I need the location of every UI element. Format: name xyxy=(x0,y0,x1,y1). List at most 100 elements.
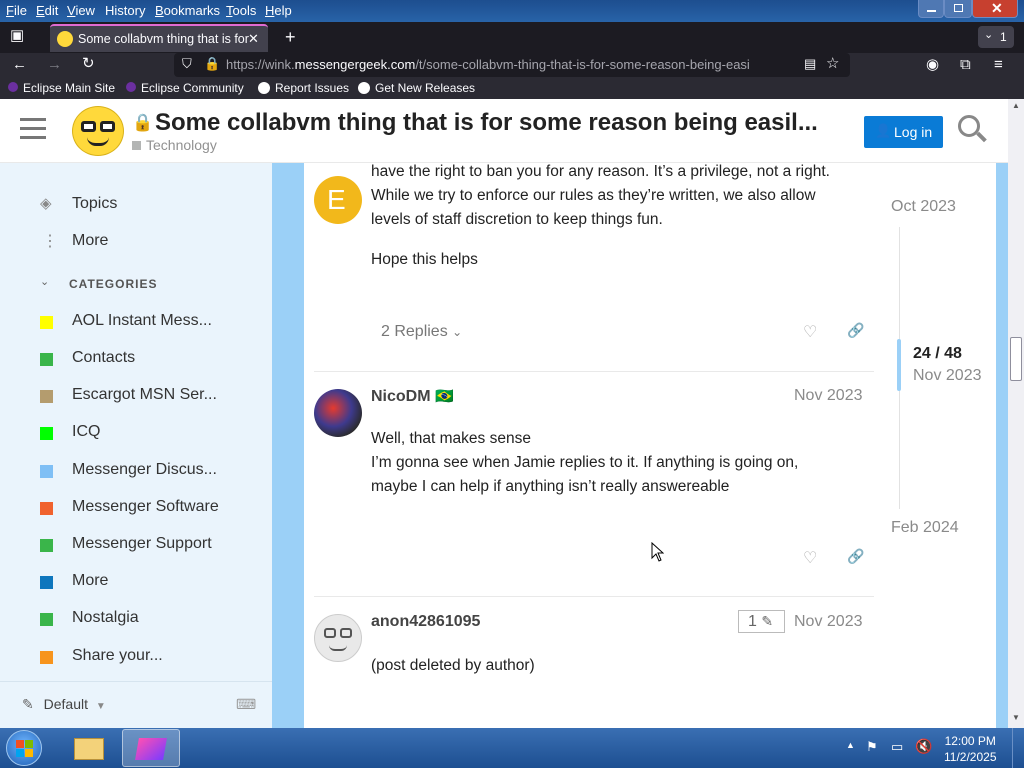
search-icon[interactable] xyxy=(958,115,987,143)
github-icon xyxy=(358,82,370,94)
taskbar-browser[interactable] xyxy=(122,729,180,767)
brush-icon: ✎ xyxy=(22,696,34,712)
tab-strip: ▣ Some collabvm thing that is for ✕ + ⌄ … xyxy=(0,22,1024,53)
list-all-tabs-button[interactable]: ⌄ 1 xyxy=(978,26,1014,48)
tab-overview-icon[interactable]: ▣ xyxy=(10,28,24,43)
content-gutter-right xyxy=(996,163,1008,728)
extensions-icon[interactable]: ⧉ xyxy=(960,57,971,72)
category-color-swatch xyxy=(40,576,53,589)
system-clock[interactable]: 12:00 PM 11/2/2025 xyxy=(944,733,997,765)
show-hidden-icons-icon[interactable]: ▲ xyxy=(846,740,855,750)
hamburger-menu-icon[interactable]: ≡ xyxy=(994,57,1003,72)
login-button[interactable]: 👤 Log in xyxy=(864,116,943,148)
menu-help[interactable]: Help xyxy=(265,3,292,18)
category-color-swatch xyxy=(40,427,53,440)
edit-history-button[interactable]: 1 ✎ xyxy=(738,610,785,633)
post-date[interactable]: Nov 2023 xyxy=(794,613,863,631)
show-desktop-button[interactable] xyxy=(1012,728,1024,768)
maximize-button[interactable] xyxy=(944,0,972,18)
theme-selector[interactable]: ✎ Default ▼ xyxy=(22,696,106,713)
post-date[interactable]: Nov 2023 xyxy=(794,387,863,405)
url-text[interactable]: https://wink.messengergeek.com/t/some-co… xyxy=(226,57,786,72)
scroll-up-icon[interactable]: ▲ xyxy=(1012,101,1020,110)
share-link-icon[interactable]: 🔗 xyxy=(847,548,864,565)
mouse-cursor-icon xyxy=(651,542,664,562)
close-tab-icon[interactable]: ✕ xyxy=(248,32,259,45)
hamburger-menu-icon[interactable] xyxy=(20,118,46,139)
taskbar-explorer[interactable] xyxy=(66,730,112,766)
bookmarks-toolbar: Eclipse Main Site Eclipse Community Repo… xyxy=(0,78,1024,99)
network-icon[interactable]: ▭ xyxy=(891,739,903,755)
reload-icon[interactable]: ↻ xyxy=(82,56,95,71)
chevron-down-icon[interactable]: ⌄ xyxy=(40,275,49,288)
page-scrollbar[interactable]: ▲ ▼ xyxy=(1008,99,1024,728)
bookmark-eclipse-community[interactable]: Eclipse Community xyxy=(126,81,244,95)
like-heart-icon[interactable]: ♡ xyxy=(803,548,817,568)
topic-category[interactable]: Technology xyxy=(132,137,217,153)
content-gutter-left xyxy=(272,163,304,728)
menu-bar: File Edit View History Bookmarks Tools H… xyxy=(0,0,1024,22)
account-icon[interactable]: ◉ xyxy=(926,57,939,72)
avatar[interactable] xyxy=(314,389,362,437)
ellipsis-vertical-icon: ⋮ xyxy=(42,233,58,250)
topic-title[interactable]: Some collabvm thing that is for some rea… xyxy=(155,109,818,137)
url-bar[interactable]: ⛉ 🔒 https://wink.messengergeek.com/t/som… xyxy=(174,53,850,77)
volume-muted-icon[interactable]: 🔇 xyxy=(915,738,932,755)
chevron-down-icon: ⌄ xyxy=(452,325,463,339)
lock-icon[interactable]: 🔒 xyxy=(204,57,220,70)
share-link-icon[interactable]: 🔗 xyxy=(847,322,864,339)
github-icon xyxy=(258,82,270,94)
menu-tools[interactable]: Tools xyxy=(226,3,256,18)
categories-heading[interactable]: CATEGORIES xyxy=(69,277,157,291)
scroll-down-icon[interactable]: ▼ xyxy=(1012,713,1020,722)
category-color-swatch xyxy=(40,390,53,403)
pencil-icon: ✎ xyxy=(761,613,774,629)
minimize-button[interactable] xyxy=(918,0,944,18)
post-username[interactable]: NicoDM 🇧🇷 xyxy=(371,387,454,406)
bookmark-report-issues[interactable]: Report Issues xyxy=(258,81,349,95)
avatar[interactable]: E xyxy=(314,176,362,224)
menu-bookmarks[interactable]: Bookmarks xyxy=(155,3,220,18)
keyboard-icon[interactable]: ⌨ xyxy=(236,696,256,713)
replies-button[interactable]: 2 Replies ⌄ xyxy=(381,323,462,341)
forward-icon[interactable]: → xyxy=(47,57,62,72)
action-center-icon[interactable]: ⚑ xyxy=(866,739,878,755)
user-icon: 👤 xyxy=(875,123,892,138)
close-window-button[interactable]: ✕ xyxy=(972,0,1018,18)
browser-tab[interactable]: Some collabvm thing that is for ✕ xyxy=(50,24,268,52)
bookmark-star-icon[interactable]: ☆ xyxy=(826,56,839,71)
post-body: (post deleted by author) xyxy=(371,657,535,674)
menu-file[interactable]: File xyxy=(6,3,27,18)
post-body: have the right to ban you for any reason… xyxy=(371,163,830,228)
post-body-extra: Hope this helps xyxy=(371,251,478,268)
bookmark-eclipse-main[interactable]: Eclipse Main Site xyxy=(8,81,115,95)
site-logo[interactable] xyxy=(72,106,124,156)
site-favicon-icon xyxy=(57,31,73,47)
category-color-swatch xyxy=(40,651,53,664)
flag-icon: 🇧🇷 xyxy=(435,388,454,405)
scrollbar-thumb[interactable] xyxy=(1010,337,1022,381)
site-header: 🔒 Some collabvm thing that is for some r… xyxy=(0,99,1008,163)
timeline-handle[interactable] xyxy=(897,339,901,391)
category-color-swatch xyxy=(40,613,53,626)
eclipse-icon xyxy=(8,82,18,92)
caret-down-icon: ▼ xyxy=(95,701,106,712)
menu-edit[interactable]: Edit xyxy=(36,3,58,18)
shield-icon[interactable]: ⛉ xyxy=(182,57,192,70)
start-button[interactable] xyxy=(6,730,42,766)
bookmark-get-new-releases[interactable]: Get New Releases xyxy=(358,81,475,95)
menu-view[interactable]: View xyxy=(67,3,95,18)
like-heart-icon[interactable]: ♡ xyxy=(803,322,817,342)
menu-history[interactable]: History xyxy=(105,3,145,18)
folder-icon xyxy=(74,738,104,760)
back-icon[interactable]: ← xyxy=(12,57,27,72)
reader-view-icon[interactable]: ▤ xyxy=(804,57,816,70)
category-color-swatch xyxy=(40,539,53,552)
sidebar: ◈ Topics ⋮ More ⌄ CATEGORIES AOL Instant… xyxy=(0,163,272,728)
tab-count: 1 xyxy=(1000,30,1007,44)
new-tab-icon[interactable]: + xyxy=(285,28,296,46)
timeline-start[interactable]: Oct 2023 xyxy=(891,198,956,216)
post-username[interactable]: anon42861095 xyxy=(371,613,480,631)
timeline-end[interactable]: Feb 2024 xyxy=(891,519,959,537)
avatar[interactable] xyxy=(314,614,362,662)
